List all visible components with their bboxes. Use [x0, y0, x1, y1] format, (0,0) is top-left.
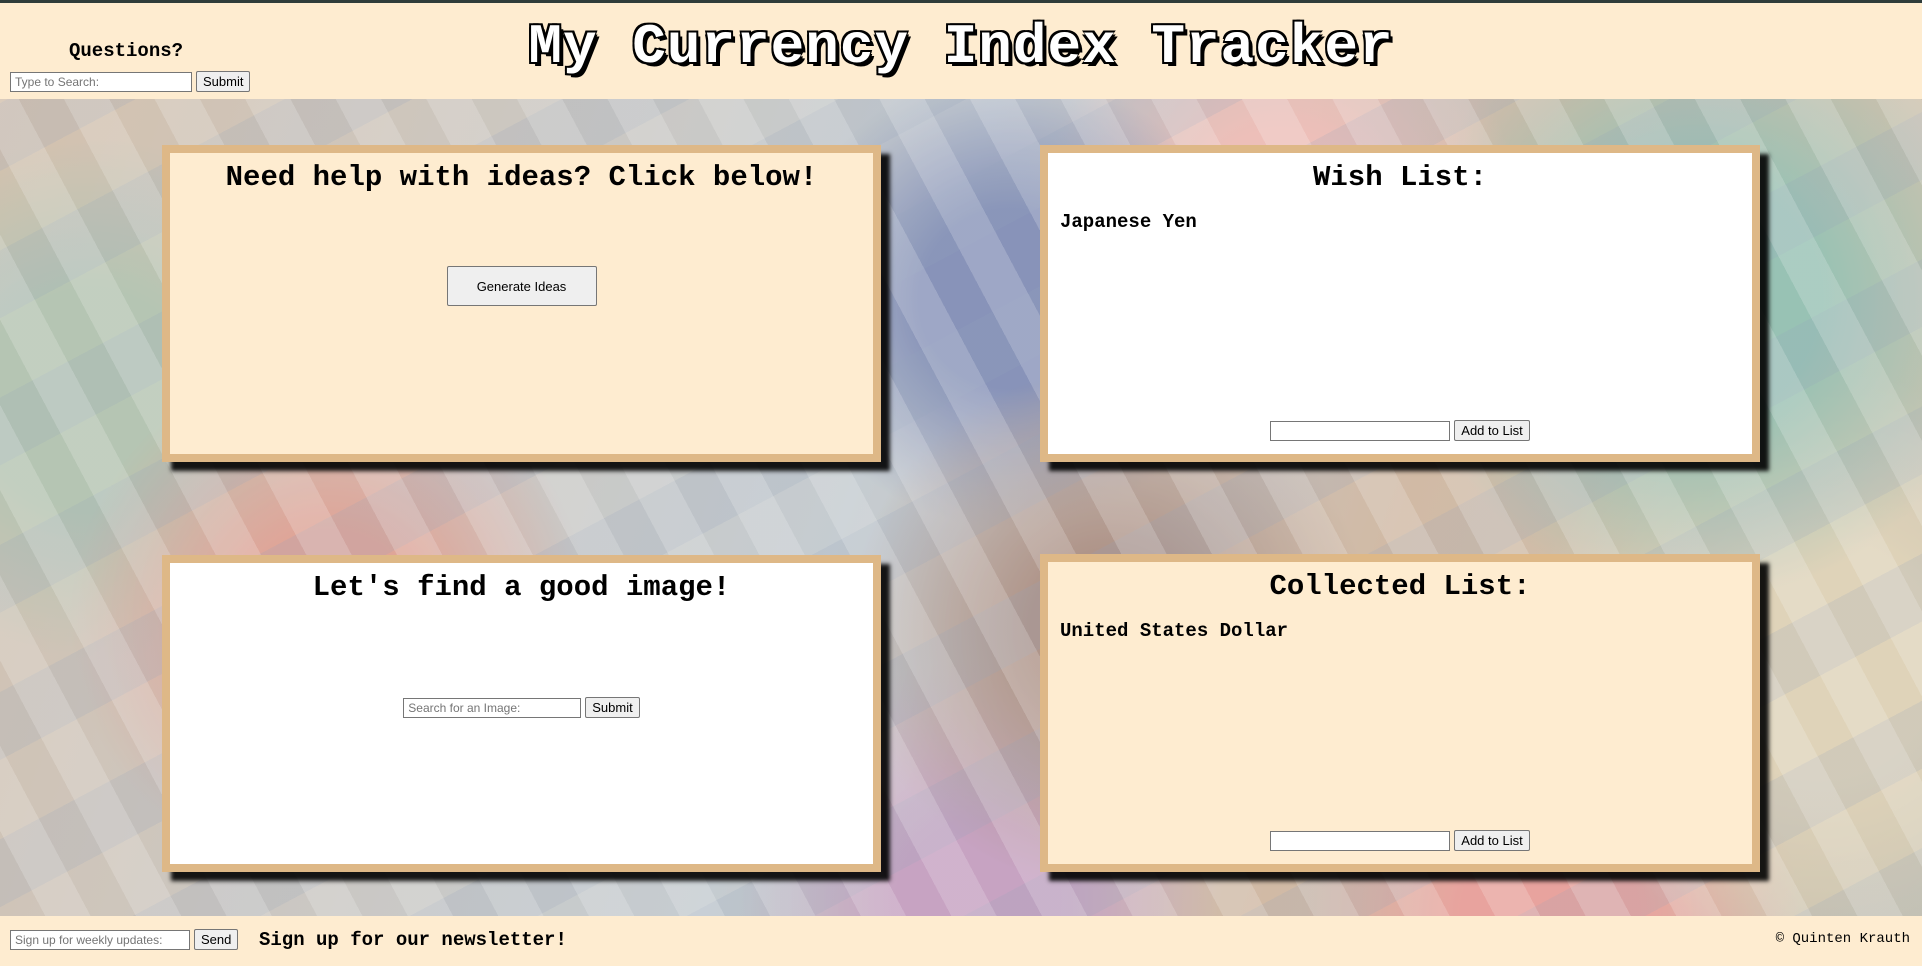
generate-ideas-button[interactable]: Generate Ideas	[446, 266, 597, 306]
wish-list-add-row: Add to List	[1048, 420, 1752, 441]
newsletter-form: Send	[10, 929, 239, 950]
collected-list-heading: Collected List:	[1269, 570, 1531, 603]
wish-list-panel: Wish List: Japanese Yen Add to List	[1040, 145, 1760, 462]
newsletter-send-button[interactable]: Send	[194, 929, 239, 950]
wish-list-heading: Wish List:	[1312, 161, 1488, 194]
image-search-panel: Let's find a good image! Submit	[162, 555, 881, 872]
page-title: My Currency Index Tracker	[528, 15, 1394, 79]
ideas-heading: Need help with ideas? Click below!	[225, 161, 818, 194]
wish-list-input[interactable]	[1270, 420, 1451, 441]
image-search-row: Submit	[170, 697, 873, 718]
collected-list-add-button[interactable]: Add to List	[1454, 830, 1530, 851]
site-footer: Send Sign up for our newsletter! © Quint…	[0, 916, 1922, 966]
collected-list-item: United States Dollar	[1060, 620, 1289, 642]
image-search-heading: Let's find a good image!	[312, 571, 731, 604]
collected-list-input[interactable]	[1270, 830, 1451, 851]
newsletter-email-input[interactable]	[10, 929, 190, 950]
newsletter-text: Sign up for our newsletter!	[259, 929, 567, 951]
site-header: Questions? Submit My Currency Index Trac…	[0, 3, 1922, 99]
wish-list-add-button[interactable]: Add to List	[1454, 420, 1530, 441]
collected-list-add-row: Add to List	[1048, 830, 1752, 851]
image-search-input[interactable]	[403, 697, 582, 718]
image-search-submit-button[interactable]: Submit	[585, 697, 640, 718]
collected-list-panel: Collected List: United States Dollar Add…	[1040, 554, 1760, 872]
ideas-panel: Need help with ideas? Click below! Gener…	[162, 145, 881, 462]
wish-list-item: Japanese Yen	[1060, 211, 1197, 233]
copyright-text: © Quinten Krauth	[1775, 931, 1910, 947]
